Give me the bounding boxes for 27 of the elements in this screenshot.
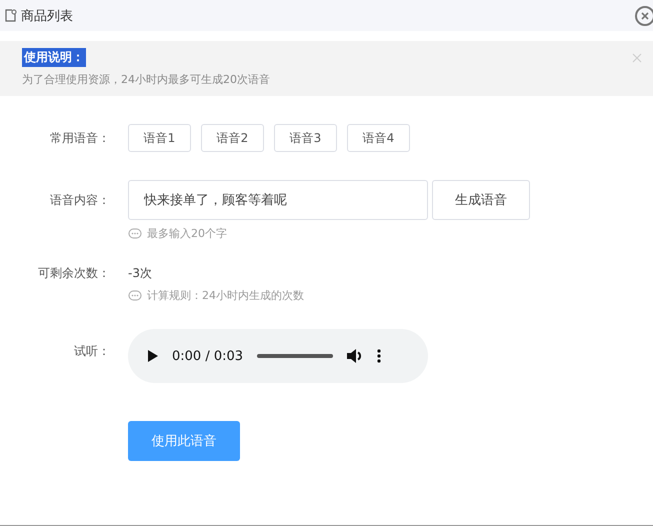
time-text: 0:00 / 0:03 — [172, 348, 244, 364]
field-label: 可剩余次数： — [37, 265, 110, 282]
audio-player[interactable]: 0:00 / 0:03 — [128, 329, 428, 383]
field-label: 语音内容： — [49, 192, 110, 209]
comment-icon — [128, 228, 142, 240]
preset-button[interactable]: 语音2 — [201, 124, 264, 152]
close-button[interactable] — [635, 6, 653, 26]
field-label: 试听： — [73, 343, 110, 360]
generate-button[interactable]: 生成语音 — [432, 180, 530, 220]
window-title: 商品列表 — [21, 8, 74, 24]
preset-button[interactable]: 语音1 — [128, 124, 191, 152]
document-icon — [4, 9, 17, 22]
close-icon[interactable] — [641, 12, 649, 20]
remaining-value: -3次 — [128, 265, 152, 282]
field-label: 常用语音： — [49, 130, 110, 147]
notice-title: 使用说明： — [22, 48, 86, 67]
hint-text: 计算规则：24小时内生成的次数 — [147, 288, 304, 303]
input-field[interactable]: 快来接单了，顾客等着呢 — [128, 180, 428, 220]
preset-button[interactable]: 语音3 — [274, 124, 337, 152]
play-icon[interactable] — [148, 350, 158, 362]
hint-text: 最多输入20个字 — [147, 226, 227, 241]
more-icon[interactable] — [377, 349, 382, 363]
comment-icon — [128, 290, 142, 302]
preset-button[interactable]: 语音4 — [347, 124, 410, 152]
progress-track[interactable] — [257, 354, 334, 358]
volume-icon[interactable] — [347, 349, 364, 363]
notice-text: 为了合理使用资源，24小时内最多可生成20次语音 — [22, 72, 271, 87]
